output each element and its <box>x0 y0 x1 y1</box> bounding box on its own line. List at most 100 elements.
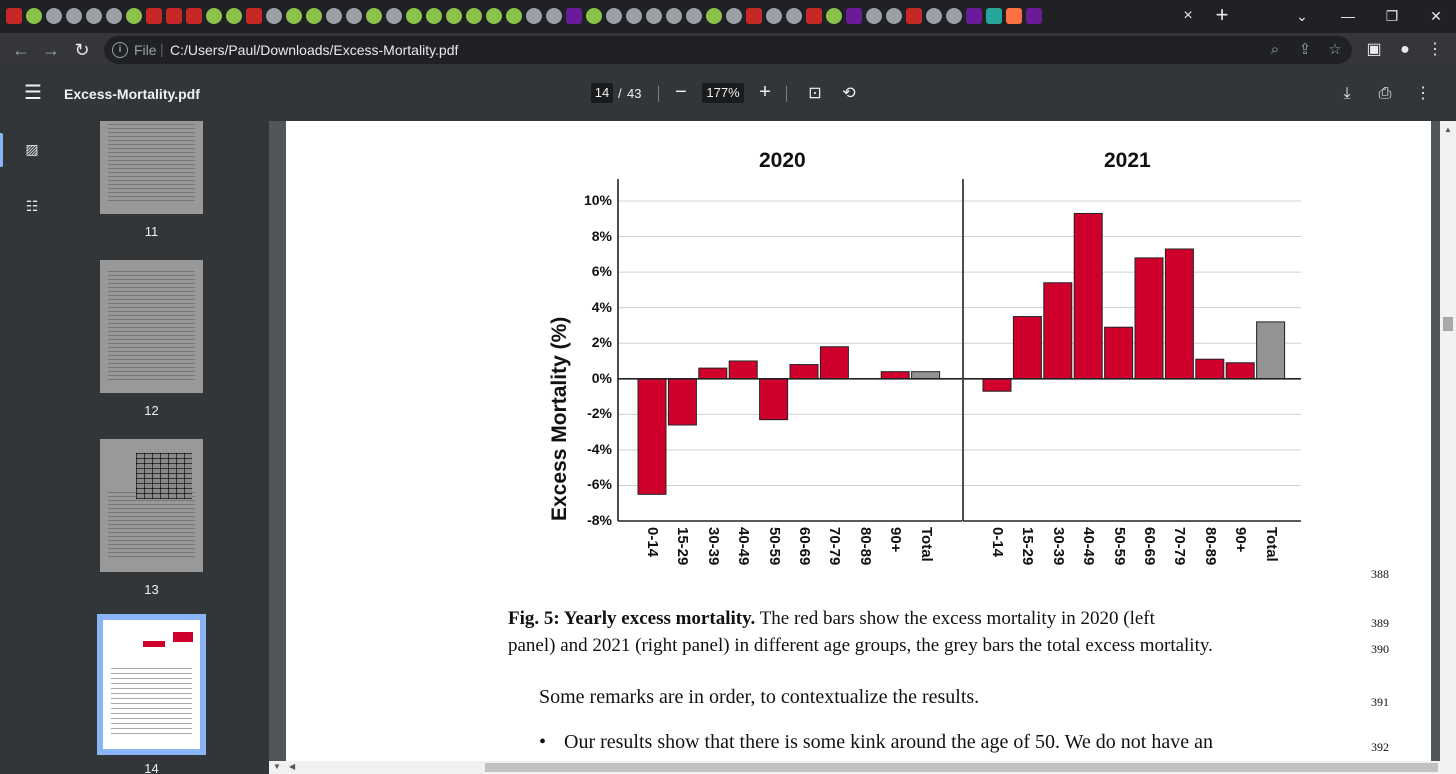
download-icon[interactable]: ⤓ <box>1336 83 1358 105</box>
zoom-icon[interactable]: ⌕ <box>1266 41 1284 59</box>
pinned-tab-favicon[interactable] <box>906 8 922 24</box>
pinned-tab-favicon[interactable] <box>726 8 742 24</box>
pinned-tab-favicon[interactable] <box>26 8 42 24</box>
pinned-tab-favicon[interactable] <box>466 8 482 24</box>
fit-to-page-icon[interactable]: ⊡ <box>804 83 826 105</box>
horizontal-scrollbar[interactable]: ▼ ◀ <box>269 761 1440 774</box>
scroll-up-arrow[interactable]: ▲ <box>1444 125 1452 134</box>
outline-icon[interactable]: ☷ <box>22 196 42 216</box>
pinned-tab-favicon[interactable] <box>646 8 662 24</box>
pinned-tab-favicon[interactable] <box>786 8 802 24</box>
hamburger-menu-icon[interactable]: ☰ <box>22 82 44 104</box>
pinned-tab-favicon[interactable] <box>366 8 382 24</box>
share-icon[interactable]: ⇪ <box>1296 41 1314 59</box>
pinned-tab-favicon[interactable] <box>266 8 282 24</box>
browser-menu-icon[interactable]: ⋮ <box>1424 39 1446 61</box>
zoom-out-button[interactable]: − <box>670 82 692 104</box>
reload-button[interactable]: ↻ <box>71 39 93 61</box>
pinned-tab-favicon[interactable] <box>186 8 202 24</box>
pinned-tab-favicon[interactable] <box>426 8 442 24</box>
pinned-tab-favicon[interactable] <box>226 8 242 24</box>
site-info-icon[interactable]: i <box>112 42 128 58</box>
pinned-tab-favicon[interactable] <box>766 8 782 24</box>
back-button[interactable]: ← <box>10 39 32 61</box>
page-number-input[interactable]: 14 <box>591 83 613 103</box>
pinned-tab-favicon[interactable] <box>746 8 762 24</box>
rotate-icon[interactable]: ⟲ <box>838 83 860 105</box>
side-panel-icon[interactable]: ▣ <box>1363 39 1385 61</box>
pinned-tab-favicon[interactable] <box>6 8 22 24</box>
pinned-tab-favicon[interactable] <box>866 8 882 24</box>
pinned-tab-favicon[interactable] <box>306 8 322 24</box>
zoom-input[interactable]: 177% <box>702 83 744 103</box>
pinned-tab-favicon[interactable] <box>66 8 82 24</box>
pinned-tab-favicon[interactable] <box>166 8 182 24</box>
age-group-bar <box>1073 212 1103 380</box>
restore-button[interactable]: ❐ <box>1380 6 1404 26</box>
pinned-tab-favicon[interactable] <box>126 8 142 24</box>
page-thumbnail[interactable] <box>100 439 203 572</box>
forward-button[interactable]: → <box>40 39 62 61</box>
new-tab-button[interactable]: + <box>1210 4 1234 28</box>
pinned-tab-favicon[interactable] <box>946 8 962 24</box>
profile-icon[interactable]: ● <box>1394 39 1416 61</box>
pinned-tab-favicon[interactable] <box>86 8 102 24</box>
close-tab-icon[interactable]: × <box>1178 6 1198 26</box>
pinned-tab-favicon[interactable] <box>326 8 342 24</box>
pdf-viewport[interactable]: 2020 2021 Excess Mortality (%) 10% 8% 6% 4%… <box>269 121 1440 761</box>
page-thumbnail[interactable] <box>100 260 203 393</box>
pinned-tab-favicon[interactable] <box>806 8 822 24</box>
pinned-tab-favicon[interactable] <box>286 8 302 24</box>
pinned-tab-favicon[interactable] <box>446 8 462 24</box>
pinned-tab-favicon[interactable] <box>406 8 422 24</box>
pinned-tab-favicon[interactable] <box>506 8 522 24</box>
pinned-tab-favicon[interactable] <box>1006 8 1022 24</box>
page-thumbnail-active[interactable] <box>100 617 203 752</box>
pinned-tab-favicon[interactable] <box>926 8 942 24</box>
age-group-bar <box>728 360 758 380</box>
pinned-tab-favicon[interactable] <box>566 8 582 24</box>
page-thumbnail[interactable] <box>100 121 203 214</box>
vertical-scroll-thumb[interactable] <box>1443 317 1453 331</box>
pinned-tab-favicon[interactable] <box>106 8 122 24</box>
print-icon[interactable]: ⎙ <box>1374 83 1396 105</box>
pinned-tab-favicon[interactable] <box>666 8 682 24</box>
pinned-tab-favicon[interactable] <box>146 8 162 24</box>
star-icon[interactable]: ☆ <box>1326 41 1344 59</box>
pinned-tab-favicon[interactable] <box>886 8 902 24</box>
url-text[interactable]: C:/Users/Paul/Downloads/Excess-Mortality… <box>170 42 458 58</box>
pinned-tab-favicon[interactable] <box>346 8 362 24</box>
page-separator: / <box>618 86 622 101</box>
pinned-tab-favicon[interactable] <box>246 8 262 24</box>
thumbnails-icon[interactable]: ▨ <box>22 139 42 159</box>
pinned-tab-favicon[interactable] <box>686 8 702 24</box>
close-window-button[interactable]: ✕ <box>1424 6 1448 26</box>
pinned-tab-favicon[interactable] <box>626 8 642 24</box>
address-bar[interactable]: i File | C:/Users/Paul/Downloads/Excess-… <box>104 36 1352 64</box>
pinned-tab-favicon[interactable] <box>986 8 1002 24</box>
pinned-tab-favicon[interactable] <box>846 8 862 24</box>
pinned-tab-favicon[interactable] <box>386 8 402 24</box>
scroll-down-arrow[interactable]: ▼ <box>273 762 281 771</box>
horizontal-scroll-thumb[interactable] <box>485 763 1438 772</box>
zoom-in-button[interactable]: + <box>754 82 776 104</box>
pinned-tab-favicon[interactable] <box>1026 8 1042 24</box>
pinned-tab-favicon[interactable] <box>546 8 562 24</box>
x-tick-label: 60-69 <box>1141 527 1158 566</box>
age-group-bar <box>1164 248 1194 380</box>
pinned-tab-favicon[interactable] <box>206 8 222 24</box>
pinned-tab-favicon[interactable] <box>46 8 62 24</box>
pinned-tab-favicon[interactable] <box>706 8 722 24</box>
pinned-tab-favicon[interactable] <box>826 8 842 24</box>
pinned-tab-favicon[interactable] <box>606 8 622 24</box>
minimize-button[interactable]: — <box>1336 6 1360 26</box>
vertical-scrollbar[interactable]: ▲ <box>1440 121 1456 774</box>
pinned-tab-favicon[interactable] <box>486 8 502 24</box>
pinned-tab-favicon[interactable] <box>526 8 542 24</box>
pinned-tab-favicons[interactable] <box>4 7 1176 27</box>
scroll-left-arrow[interactable]: ◀ <box>289 762 295 771</box>
more-actions-icon[interactable]: ⋮ <box>1412 83 1434 105</box>
tab-search-icon[interactable]: ⌄ <box>1290 6 1314 26</box>
pinned-tab-favicon[interactable] <box>966 8 982 24</box>
pinned-tab-favicon[interactable] <box>586 8 602 24</box>
